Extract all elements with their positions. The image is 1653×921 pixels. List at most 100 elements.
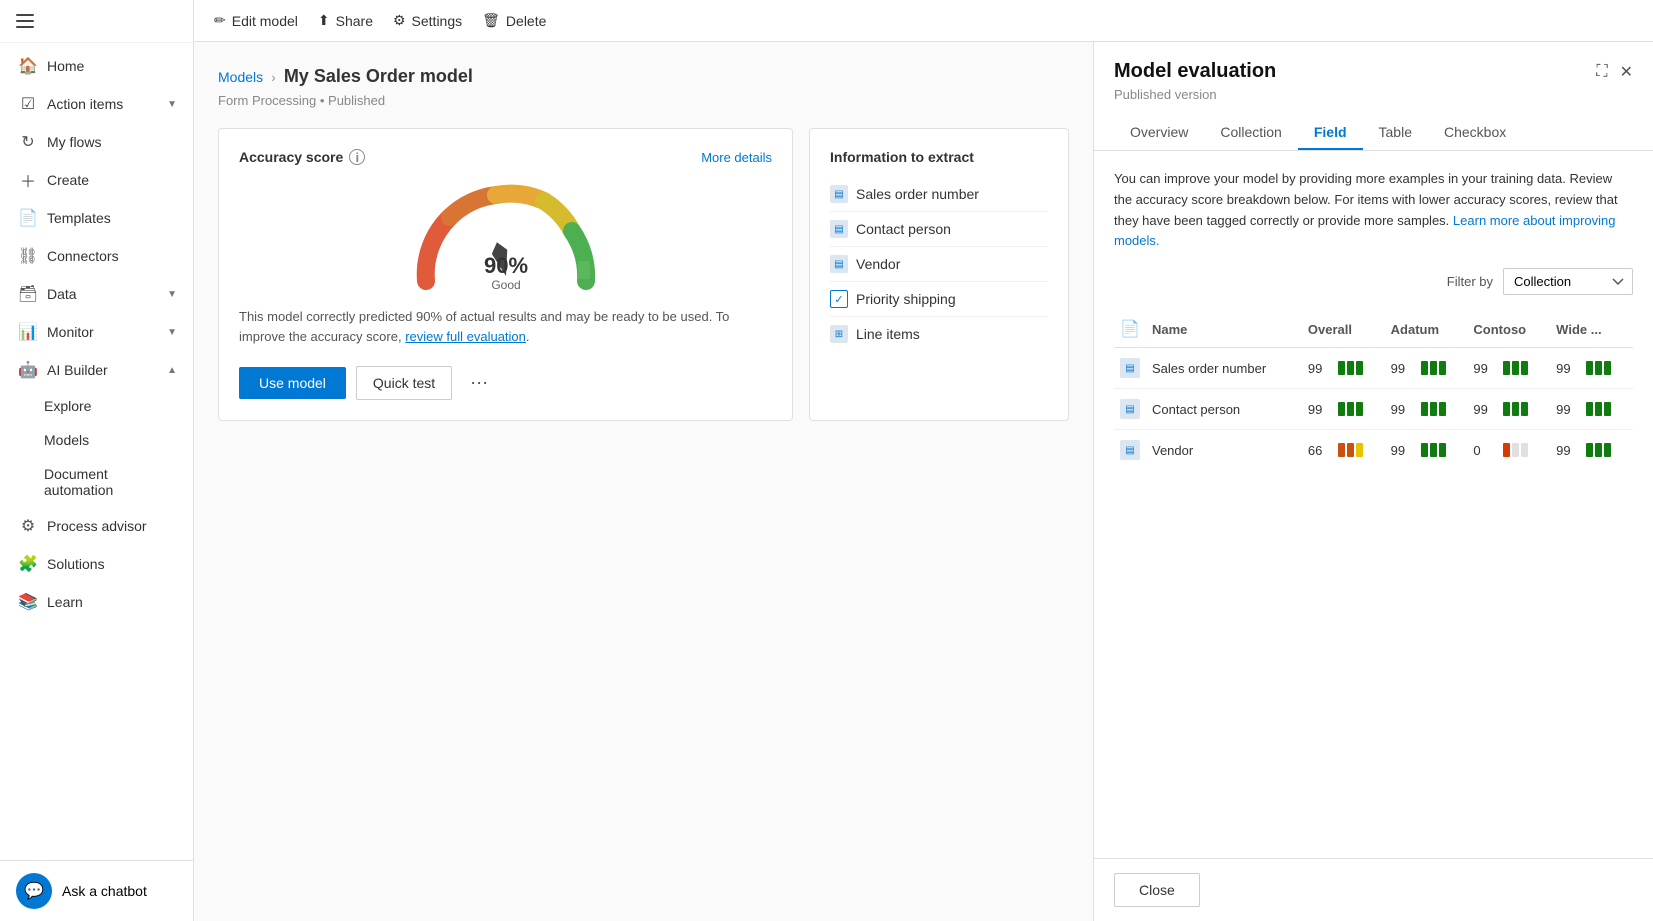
score-bar bbox=[1430, 402, 1437, 416]
tab-overview[interactable]: Overview bbox=[1114, 116, 1204, 150]
gauge-container: 90% Good bbox=[239, 181, 772, 291]
templates-icon: 📄 bbox=[19, 209, 37, 227]
score-bar bbox=[1356, 443, 1363, 457]
close-panel-button[interactable]: ✕ bbox=[1620, 62, 1633, 82]
sidebar-item-home[interactable]: 🏠 Home bbox=[0, 47, 193, 85]
sidebar-item-connectors[interactable]: ⛓ Connectors bbox=[0, 237, 193, 275]
sidebar-item-document-automation[interactable]: Document automation bbox=[0, 457, 193, 507]
sidebar-item-explore[interactable]: Explore bbox=[0, 389, 193, 423]
score-bar bbox=[1430, 361, 1437, 375]
filter-row: Filter by Collection bbox=[1114, 268, 1633, 295]
score-bar bbox=[1604, 443, 1611, 457]
score-bars bbox=[1338, 361, 1363, 375]
create-icon: ＋ bbox=[19, 171, 37, 189]
panel-footer: Close bbox=[1094, 858, 1653, 921]
tab-field[interactable]: Field bbox=[1298, 116, 1363, 150]
table-row: ▤Vendor6699099 bbox=[1114, 430, 1633, 471]
more-options-button[interactable]: ⋯ bbox=[462, 369, 496, 398]
settings-button[interactable]: ⚙ Settings bbox=[393, 12, 462, 29]
share-button[interactable]: ⬆ Share bbox=[318, 12, 373, 29]
page-area: Models › My Sales Order model Form Proce… bbox=[194, 42, 1653, 921]
score-bar bbox=[1604, 402, 1611, 416]
chevron-up-icon: ▲ bbox=[167, 365, 177, 376]
panel-description: You can improve your model by providing … bbox=[1114, 169, 1633, 252]
score-bar bbox=[1586, 402, 1593, 416]
sidebar-item-data[interactable]: 🗃 Data ▼ bbox=[0, 275, 193, 313]
score-cell: 0 bbox=[1473, 443, 1544, 458]
edit-model-button[interactable]: ✏ Edit model bbox=[214, 12, 298, 29]
score-bars bbox=[1503, 402, 1528, 416]
score-bar bbox=[1430, 443, 1437, 457]
action-buttons: Use model Quick test ⋯ bbox=[239, 366, 772, 400]
sidebar-item-process-advisor[interactable]: ⚙ Process advisor bbox=[0, 507, 193, 545]
action-items-icon: ☑ bbox=[19, 95, 37, 113]
quick-test-button[interactable]: Quick test bbox=[356, 366, 452, 400]
row-icon: ▤ bbox=[1120, 440, 1140, 460]
score-bar bbox=[1512, 402, 1519, 416]
score-bar bbox=[1347, 402, 1354, 416]
delete-button[interactable]: 🗑 Delete bbox=[482, 12, 546, 29]
table-row: ▤Contact person99999999 bbox=[1114, 389, 1633, 430]
field-icon: ▤ bbox=[830, 255, 848, 273]
breadcrumb-parent[interactable]: Models bbox=[218, 69, 263, 85]
hamburger-menu[interactable] bbox=[16, 14, 36, 28]
sidebar-item-solutions[interactable]: 🧩 Solutions bbox=[0, 545, 193, 583]
sidebar-item-my-flows[interactable]: ↻ My flows bbox=[0, 123, 193, 161]
list-item: ⊞ Line items bbox=[830, 317, 1048, 351]
sidebar-item-action-items[interactable]: ☑ Action items ▼ bbox=[0, 85, 193, 123]
sidebar-item-monitor[interactable]: 📊 Monitor ▼ bbox=[0, 313, 193, 351]
score-bars bbox=[1421, 361, 1446, 375]
tab-table[interactable]: Table bbox=[1363, 116, 1428, 150]
connectors-icon: ⛓ bbox=[19, 247, 37, 265]
svg-text:90%: 90% bbox=[483, 253, 527, 278]
score-bar bbox=[1512, 361, 1519, 375]
expand-panel-button[interactable]: ⛶ bbox=[1596, 63, 1607, 81]
table-header-overall: Overall bbox=[1302, 311, 1385, 348]
score-bar bbox=[1595, 443, 1602, 457]
table-icon: ⊞ bbox=[830, 325, 848, 343]
score-bar bbox=[1512, 443, 1519, 457]
sidebar-item-learn[interactable]: 📚 Learn bbox=[0, 583, 193, 621]
score-bar bbox=[1439, 402, 1446, 416]
accuracy-description: This model correctly predicted 90% of ac… bbox=[239, 307, 772, 346]
table-header-icon: 📄 bbox=[1114, 311, 1146, 348]
close-button[interactable]: Close bbox=[1114, 873, 1200, 907]
process-advisor-icon: ⚙ bbox=[19, 517, 37, 535]
score-cell: 99 bbox=[1473, 361, 1544, 376]
evaluation-table: 📄 Name Overall Adatum Contoso Wide ... ▤… bbox=[1114, 311, 1633, 470]
panel-tabs: Overview Collection Field Table Checkbox bbox=[1114, 116, 1633, 150]
collection-filter-select[interactable]: Collection bbox=[1503, 268, 1633, 295]
toolbar: ✏ Edit model ⬆ Share ⚙ Settings 🗑 Delete bbox=[194, 0, 1653, 42]
sidebar: 🏠 Home ☑ Action items ▼ ↻ My flows ＋ Cre… bbox=[0, 0, 194, 921]
score-bars bbox=[1338, 443, 1363, 457]
breadcrumb-current: My Sales Order model bbox=[284, 66, 473, 87]
gauge-chart: 90% Good bbox=[406, 181, 606, 291]
score-bar bbox=[1595, 402, 1602, 416]
tab-collection[interactable]: Collection bbox=[1204, 116, 1297, 150]
review-evaluation-link[interactable]: review full evaluation bbox=[405, 329, 526, 344]
sidebar-item-ai-builder[interactable]: 🤖 AI Builder ▲ bbox=[0, 351, 193, 389]
score-bars bbox=[1586, 402, 1611, 416]
panel-title-row: Model evaluation ⛶ ✕ bbox=[1114, 60, 1633, 83]
info-to-extract-card: Information to extract ▤ Sales order num… bbox=[809, 128, 1069, 421]
share-icon: ⬆ bbox=[318, 12, 330, 29]
tab-checkbox[interactable]: Checkbox bbox=[1428, 116, 1522, 150]
solutions-icon: 🧩 bbox=[19, 555, 37, 573]
use-model-button[interactable]: Use model bbox=[239, 367, 346, 399]
chatbot-button[interactable]: 💬 bbox=[16, 873, 52, 909]
more-details-link[interactable]: More details bbox=[701, 150, 772, 165]
sidebar-item-models[interactable]: Models bbox=[0, 423, 193, 457]
score-bar bbox=[1356, 402, 1363, 416]
filter-by-label: Filter by bbox=[1447, 274, 1493, 289]
sidebar-item-templates[interactable]: 📄 Templates bbox=[0, 199, 193, 237]
sidebar-item-create[interactable]: ＋ Create bbox=[0, 161, 193, 199]
list-item: ▤ Sales order number bbox=[830, 177, 1048, 212]
score-bar bbox=[1421, 443, 1428, 457]
main-content: ✏ Edit model ⬆ Share ⚙ Settings 🗑 Delete… bbox=[194, 0, 1653, 921]
table-header-name: Name bbox=[1146, 311, 1302, 348]
score-bar bbox=[1521, 443, 1528, 457]
score-cell: 99 bbox=[1391, 402, 1462, 417]
chevron-down-icon: ▼ bbox=[167, 327, 177, 338]
score-cell: 99 bbox=[1308, 402, 1379, 417]
chatbot-label: Ask a chatbot bbox=[62, 883, 147, 899]
